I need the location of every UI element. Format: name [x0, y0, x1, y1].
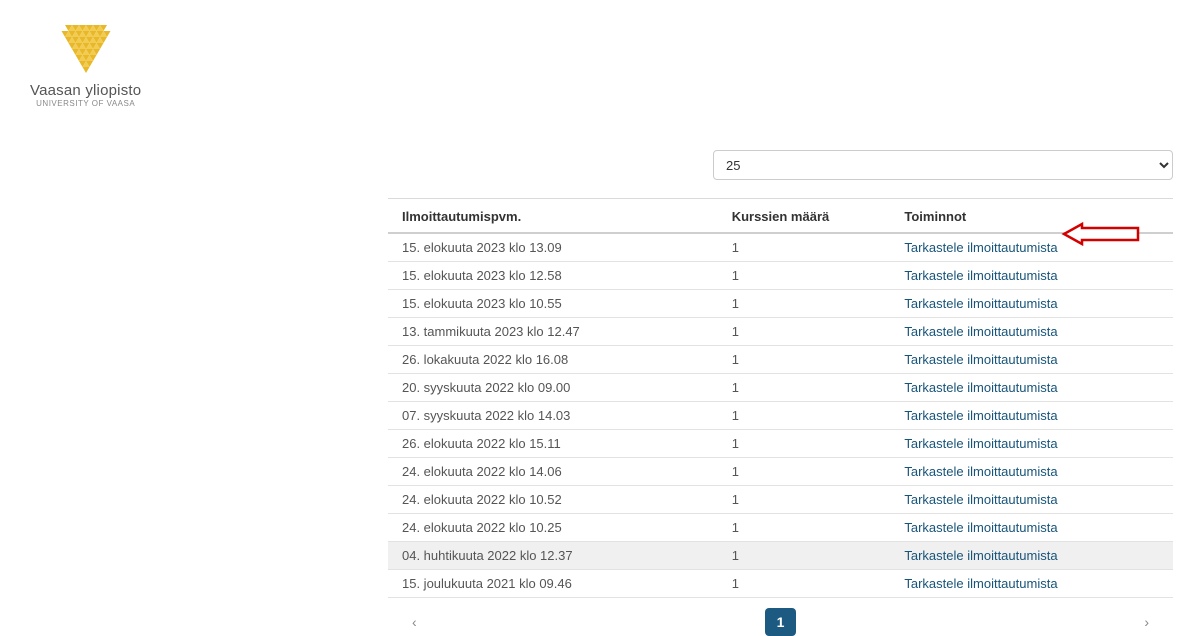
- table-row: 20. syyskuuta 2022 klo 09.001 Tarkastele …: [388, 374, 1173, 402]
- enrollments-table: Ilmoittautumispvm. Kurssien määrä Toimin…: [388, 198, 1173, 598]
- view-enrollment-link[interactable]: Tarkastele ilmoittautumista: [904, 576, 1057, 591]
- row-date: 20. syyskuuta 2022 klo 09.00: [388, 374, 718, 402]
- row-action-cell: Tarkastele ilmoittautumista: [890, 486, 1173, 514]
- heart-icon: [58, 25, 113, 73]
- row-count: 1: [718, 346, 891, 374]
- pagination: ‹ 1 ›: [388, 598, 1173, 636]
- page-current[interactable]: 1: [765, 608, 797, 636]
- row-date: 24. elokuuta 2022 klo 10.52: [388, 486, 718, 514]
- row-action-cell: Tarkastele ilmoittautumista: [890, 402, 1173, 430]
- row-action-cell: Tarkastele ilmoittautumista: [890, 318, 1173, 346]
- row-action-cell: Tarkastele ilmoittautumista: [890, 233, 1173, 262]
- view-enrollment-link[interactable]: Tarkastele ilmoittautumista: [904, 352, 1057, 367]
- row-count: 1: [718, 318, 891, 346]
- view-enrollment-link[interactable]: Tarkastele ilmoittautumista: [904, 436, 1057, 451]
- table-row: 15. elokuuta 2023 klo 12.581 Tarkastele i…: [388, 262, 1173, 290]
- row-count: 1: [718, 430, 891, 458]
- view-enrollment-link[interactable]: Tarkastele ilmoittautumista: [904, 268, 1057, 283]
- view-enrollment-link[interactable]: Tarkastele ilmoittautumista: [904, 408, 1057, 423]
- view-enrollment-link[interactable]: Tarkastele ilmoittautumista: [904, 324, 1057, 339]
- table-row: 15. joulukuuta 2021 klo 09.461 Tarkastele…: [388, 570, 1173, 598]
- row-action-cell: Tarkastele ilmoittautumista: [890, 290, 1173, 318]
- table-row: 26. lokakuuta 2022 klo 16.081 Tarkastele …: [388, 346, 1173, 374]
- row-date: 24. elokuuta 2022 klo 14.06: [388, 458, 718, 486]
- page-size-select[interactable]: 25: [713, 150, 1173, 180]
- row-date: 04. huhtikuuta 2022 klo 12.37: [388, 542, 718, 570]
- row-count: 1: [718, 458, 891, 486]
- column-date: Ilmoittautumispvm.: [388, 199, 718, 234]
- row-count: 1: [718, 514, 891, 542]
- row-action-cell: Tarkastele ilmoittautumista: [890, 458, 1173, 486]
- row-action-cell: Tarkastele ilmoittautumista: [890, 346, 1173, 374]
- logo-subtitle: UNIVERSITY OF VAASA: [30, 99, 141, 108]
- row-count: 1: [718, 542, 891, 570]
- view-enrollment-link[interactable]: Tarkastele ilmoittautumista: [904, 240, 1057, 255]
- table-row: 04. huhtikuuta 2022 klo 12.371 Tarkastele…: [388, 542, 1173, 570]
- row-date: 26. lokakuuta 2022 klo 16.08: [388, 346, 718, 374]
- view-enrollment-link[interactable]: Tarkastele ilmoittautumista: [904, 520, 1057, 535]
- logo-title: Vaasan yliopisto: [30, 82, 141, 99]
- table-row: 07. syyskuuta 2022 klo 14.031 Tarkastele …: [388, 402, 1173, 430]
- row-date: 15. elokuuta 2023 klo 10.55: [388, 290, 718, 318]
- table-row: 15. elokuuta 2023 klo 10.551 Tarkastele i…: [388, 290, 1173, 318]
- row-action-cell: Tarkastele ilmoittautumista: [890, 430, 1173, 458]
- row-count: 1: [718, 233, 891, 262]
- row-count: 1: [718, 262, 891, 290]
- row-date: 07. syyskuuta 2022 klo 14.03: [388, 402, 718, 430]
- row-action-cell: Tarkastele ilmoittautumista: [890, 374, 1173, 402]
- row-action-cell: Tarkastele ilmoittautumista: [890, 514, 1173, 542]
- table-row: 24. elokuuta 2022 klo 14.061 Tarkastele i…: [388, 458, 1173, 486]
- view-enrollment-link[interactable]: Tarkastele ilmoittautumista: [904, 380, 1057, 395]
- page-prev[interactable]: ‹: [402, 608, 427, 636]
- column-count: Kurssien määrä: [718, 199, 891, 234]
- row-action-cell: Tarkastele ilmoittautumista: [890, 542, 1173, 570]
- view-enrollment-link[interactable]: Tarkastele ilmoittautumista: [904, 548, 1057, 563]
- table-row: 26. elokuuta 2022 klo 15.111 Tarkastele i…: [388, 430, 1173, 458]
- table-row: 24. elokuuta 2022 klo 10.251 Tarkastele i…: [388, 514, 1173, 542]
- column-actions: Toiminnot: [890, 199, 1173, 234]
- row-date: 13. tammikuuta 2023 klo 12.47: [388, 318, 718, 346]
- row-count: 1: [718, 374, 891, 402]
- page-next[interactable]: ›: [1134, 608, 1159, 636]
- view-enrollment-link[interactable]: Tarkastele ilmoittautumista: [904, 492, 1057, 507]
- row-action-cell: Tarkastele ilmoittautumista: [890, 570, 1173, 598]
- row-count: 1: [718, 486, 891, 514]
- row-count: 1: [718, 570, 891, 598]
- view-enrollment-link[interactable]: Tarkastele ilmoittautumista: [904, 464, 1057, 479]
- row-date: 15. joulukuuta 2021 klo 09.46: [388, 570, 718, 598]
- row-action-cell: Tarkastele ilmoittautumista: [890, 262, 1173, 290]
- row-date: 24. elokuuta 2022 klo 10.25: [388, 514, 718, 542]
- logo: Vaasan yliopisto UNIVERSITY OF VAASA: [30, 25, 141, 108]
- row-date: 26. elokuuta 2022 klo 15.11: [388, 430, 718, 458]
- table-row: 15. elokuuta 2023 klo 13.091 Tarkastele i…: [388, 233, 1173, 262]
- row-count: 1: [718, 290, 891, 318]
- row-date: 15. elokuuta 2023 klo 13.09: [388, 233, 718, 262]
- view-enrollment-link[interactable]: Tarkastele ilmoittautumista: [904, 296, 1057, 311]
- row-date: 15. elokuuta 2023 klo 12.58: [388, 262, 718, 290]
- row-count: 1: [718, 402, 891, 430]
- table-row: 24. elokuuta 2022 klo 10.521 Tarkastele i…: [388, 486, 1173, 514]
- table-row: 13. tammikuuta 2023 klo 12.471 Tarkastele…: [388, 318, 1173, 346]
